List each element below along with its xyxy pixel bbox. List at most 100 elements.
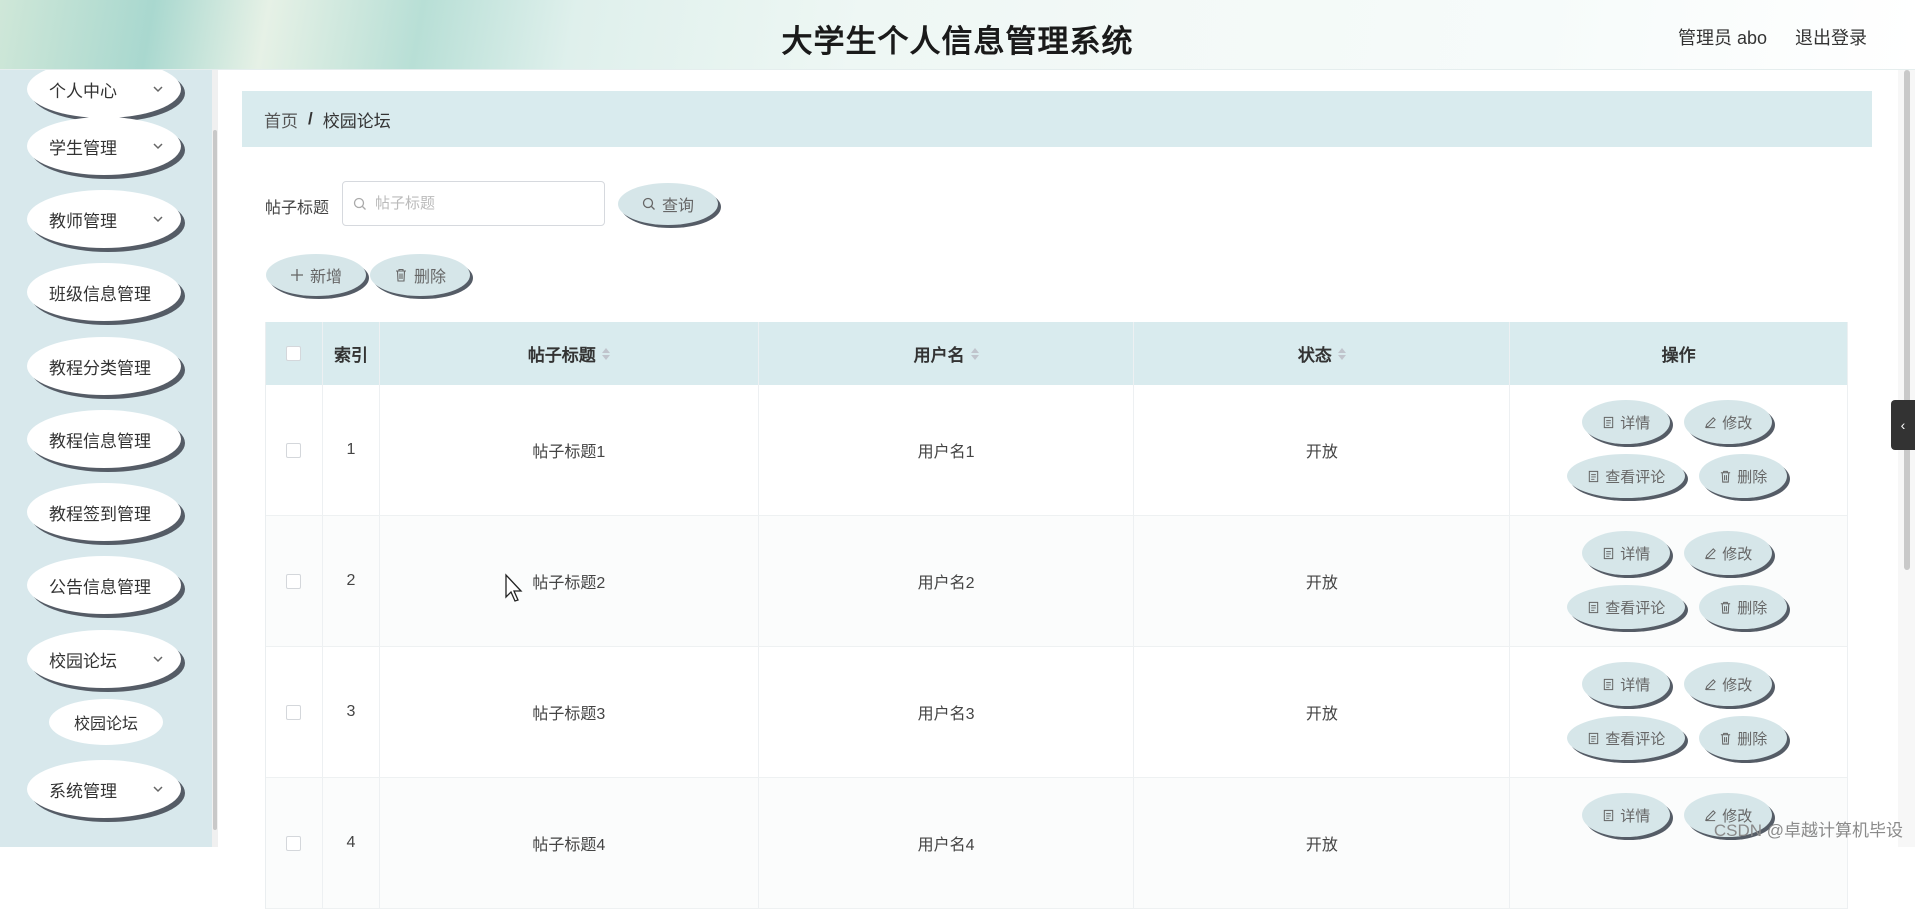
sidebar-item-tutorial-signin[interactable]: 教程签到管理 xyxy=(27,483,181,541)
row-select-cell xyxy=(266,778,323,908)
select-all-checkbox[interactable] xyxy=(286,346,301,361)
trash-icon xyxy=(1719,732,1732,745)
search-field[interactable] xyxy=(342,181,605,226)
row-select-cell xyxy=(266,516,323,646)
scrollbar-thumb[interactable] xyxy=(213,130,217,830)
view-comments-label: 查看评论 xyxy=(1605,466,1665,487)
view-comments-label: 查看评论 xyxy=(1605,597,1665,618)
view-comments-button[interactable]: 查看评论 xyxy=(1567,454,1685,498)
header-status-label: 状态 xyxy=(1298,341,1332,366)
breadcrumb-separator: / xyxy=(308,109,313,129)
watermark: CSDN @卓越计算机毕设 xyxy=(1714,816,1903,841)
search-icon xyxy=(353,197,367,211)
mouse-cursor-icon xyxy=(504,573,524,603)
page-scrollbar[interactable] xyxy=(1898,70,1915,847)
sidebar-item-label: 教程签到管理 xyxy=(49,500,151,525)
sort-icon[interactable] xyxy=(971,348,979,360)
chevron-down-icon xyxy=(151,82,165,96)
delete-button-label: 删除 xyxy=(1737,466,1767,487)
sidebar-item-label: 教程分类管理 xyxy=(49,354,151,379)
trash-icon xyxy=(1719,470,1732,483)
row-checkbox[interactable] xyxy=(286,443,301,458)
detail-button-label: 详情 xyxy=(1620,543,1650,564)
sidebar-item-announcements[interactable]: 公告信息管理 xyxy=(27,556,181,614)
row-checkbox[interactable] xyxy=(286,836,301,851)
detail-button[interactable]: 详情 xyxy=(1582,662,1670,706)
row-select-cell xyxy=(266,385,323,515)
row-actions: 详情 修改 查看评论 删除 xyxy=(1510,647,1848,778)
bulk-delete-button[interactable]: 删除 xyxy=(370,254,470,296)
header-title-label: 帖子标题 xyxy=(528,341,596,366)
row-checkbox[interactable] xyxy=(286,574,301,589)
search-label: 帖子标题 xyxy=(265,194,329,218)
chevron-left-icon: ‹ xyxy=(1901,417,1906,433)
sidebar-item-system[interactable]: 系统管理 xyxy=(27,760,181,818)
header-select-all-cell xyxy=(266,322,323,385)
sidebar-item-students[interactable]: 学生管理 xyxy=(27,117,181,175)
edit-button-label: 修改 xyxy=(1722,543,1752,564)
chevron-down-icon xyxy=(151,139,165,153)
add-button[interactable]: 新增 xyxy=(266,254,366,296)
search-button[interactable]: 查询 xyxy=(618,183,718,225)
row-status: 开放 xyxy=(1134,778,1510,908)
row-username: 用户名2 xyxy=(759,516,1135,646)
sidebar-item-campus-forum[interactable]: 校园论坛 xyxy=(27,630,181,688)
posts-table: 索引 帖子标题 用户名 状态 操作 1 帖子标题1 用户名1 开放 详情 修改 … xyxy=(265,322,1848,909)
view-comments-label: 查看评论 xyxy=(1605,728,1665,749)
breadcrumb-home[interactable]: 首页 xyxy=(264,107,298,132)
row-status: 开放 xyxy=(1134,516,1510,646)
detail-button[interactable]: 详情 xyxy=(1582,400,1670,444)
delete-button[interactable]: 删除 xyxy=(1699,716,1787,760)
row-checkbox[interactable] xyxy=(286,705,301,720)
pencil-icon xyxy=(1704,416,1717,429)
header-username-label: 用户名 xyxy=(914,341,965,366)
detail-button[interactable]: 详情 xyxy=(1582,793,1670,837)
sidebar-item-label: 系统管理 xyxy=(49,777,117,802)
edit-button[interactable]: 修改 xyxy=(1684,531,1772,575)
detail-button[interactable]: 详情 xyxy=(1582,531,1670,575)
edit-button-label: 修改 xyxy=(1722,674,1752,695)
header-status[interactable]: 状态 xyxy=(1134,322,1510,385)
edit-button[interactable]: 修改 xyxy=(1684,400,1772,444)
admin-user-label: 管理员 abo xyxy=(1678,24,1767,50)
row-actions: 详情 修改 查看评论 删除 xyxy=(1510,516,1848,647)
delete-button[interactable]: 删除 xyxy=(1699,454,1787,498)
sidebar-item-class-info[interactable]: 班级信息管理 xyxy=(27,263,181,321)
header-index: 索引 xyxy=(323,322,380,385)
row-index: 2 xyxy=(323,516,380,646)
sidebar-item-personal-center[interactable]: 个人中心 xyxy=(27,70,181,118)
header-title[interactable]: 帖子标题 xyxy=(380,322,759,385)
app-title: 大学生个人信息管理系统 xyxy=(0,16,1915,61)
collapse-panel-button[interactable]: ‹ xyxy=(1891,400,1915,450)
document-icon xyxy=(1587,732,1600,745)
row-select-cell xyxy=(266,647,323,777)
table-row: 3 帖子标题3 用户名3 开放 详情 修改 查看评论 删除 xyxy=(266,647,1848,778)
header-username[interactable]: 用户名 xyxy=(759,322,1135,385)
document-icon xyxy=(1602,416,1615,429)
row-title: 帖子标题3 xyxy=(380,647,759,777)
sidebar: 个人中心 学生管理 教师管理 班级信息管理 教程分类管理 教程信息管理 教程签到… xyxy=(0,70,212,847)
sort-icon[interactable] xyxy=(602,348,610,360)
logout-link[interactable]: 退出登录 xyxy=(1795,24,1867,50)
row-index: 4 xyxy=(323,778,380,908)
sidebar-item-teachers[interactable]: 教师管理 xyxy=(27,190,181,248)
search-icon xyxy=(642,197,656,211)
search-input[interactable] xyxy=(375,195,595,212)
row-username: 用户名4 xyxy=(759,778,1135,908)
document-icon xyxy=(1587,470,1600,483)
scrollbar-thumb[interactable] xyxy=(1904,70,1910,570)
sort-icon[interactable] xyxy=(1338,348,1346,360)
sidebar-item-label: 学生管理 xyxy=(49,134,117,159)
chevron-down-icon xyxy=(151,212,165,226)
document-icon xyxy=(1602,678,1615,691)
view-comments-button[interactable]: 查看评论 xyxy=(1567,716,1685,760)
sidebar-item-label: 个人中心 xyxy=(49,77,117,102)
delete-button[interactable]: 删除 xyxy=(1699,585,1787,629)
submenu-item-campus-forum[interactable]: 校园论坛 xyxy=(49,699,163,745)
edit-button[interactable]: 修改 xyxy=(1684,662,1772,706)
sidebar-item-tutorial-category[interactable]: 教程分类管理 xyxy=(27,337,181,395)
row-actions: 详情 修改 查看评论 删除 xyxy=(1510,385,1848,516)
view-comments-button[interactable]: 查看评论 xyxy=(1567,585,1685,629)
detail-button-label: 详情 xyxy=(1620,805,1650,826)
sidebar-item-tutorial-info[interactable]: 教程信息管理 xyxy=(27,410,181,468)
